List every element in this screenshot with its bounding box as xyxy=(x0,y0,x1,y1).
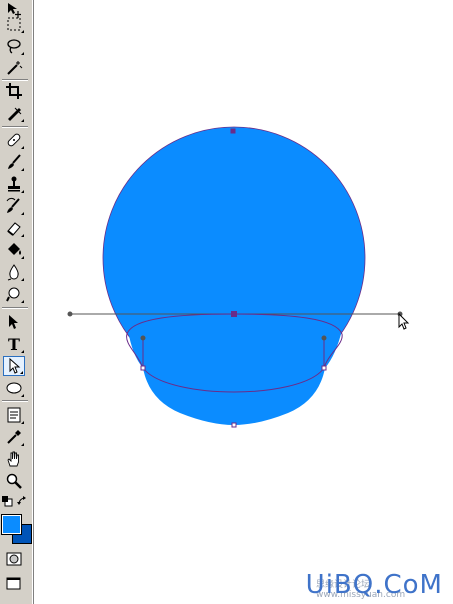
bottom-anchor-point[interactable] xyxy=(231,422,237,428)
svg-text:T: T xyxy=(8,335,20,353)
left-anchor-point[interactable] xyxy=(140,365,146,371)
right-handle-point[interactable] xyxy=(321,335,327,341)
crop-icon xyxy=(6,83,22,99)
screen-mode-button[interactable] xyxy=(3,573,25,593)
history-brush-tool[interactable] xyxy=(3,196,25,216)
marquee-tool[interactable] xyxy=(3,14,25,34)
crop-tool[interactable] xyxy=(3,81,25,101)
dodge-tool[interactable] xyxy=(3,284,25,304)
selected-anchor-point[interactable] xyxy=(231,311,237,317)
top-anchor-point[interactable] xyxy=(230,128,236,134)
default-colors-button[interactable] xyxy=(1,495,13,507)
clone-stamp-tool[interactable] xyxy=(3,174,25,194)
mouse-cursor-icon xyxy=(398,312,410,330)
zoom-icon xyxy=(6,473,22,489)
watermark-logo: UiBQ.CoM xyxy=(305,570,443,600)
eyedropper-tool[interactable] xyxy=(3,427,25,447)
paint-bucket-tool[interactable] xyxy=(3,240,25,260)
hand-icon xyxy=(7,451,19,467)
magic-wand-icon xyxy=(7,61,23,75)
path-selection-tool[interactable] xyxy=(3,312,25,332)
notes-tool[interactable] xyxy=(3,405,25,425)
canvas-drawing[interactable] xyxy=(34,0,453,604)
brush-tool[interactable] xyxy=(3,152,25,172)
healing-brush-tool[interactable] xyxy=(3,130,25,150)
direct-selection-tool[interactable] xyxy=(3,356,25,376)
right-anchor-point[interactable] xyxy=(321,365,327,371)
swap-colors-button[interactable] xyxy=(16,495,30,509)
default-colors-icon xyxy=(2,496,13,507)
foreground-color-swatch[interactable] xyxy=(1,514,22,535)
hand-tool[interactable] xyxy=(3,449,25,469)
blue-bulb-shape[interactable] xyxy=(102,126,366,425)
blur-tool[interactable] xyxy=(3,262,25,282)
path-select-icon xyxy=(9,315,18,329)
swap-arrows-icon xyxy=(17,496,26,505)
zoom-tool[interactable] xyxy=(3,471,25,491)
quick-mask-button[interactable] xyxy=(3,549,25,569)
eraser-tool[interactable] xyxy=(3,218,25,238)
slice-tool[interactable] xyxy=(3,103,25,123)
bulb-base xyxy=(128,330,342,425)
document-canvas[interactable]: 思缘设计论坛 www.missyuan.com UiBQ.CoM xyxy=(34,0,453,604)
type-tool[interactable]: T xyxy=(3,334,25,354)
lasso-tool[interactable] xyxy=(3,36,25,56)
left-direction-point[interactable] xyxy=(67,311,73,317)
quick-mask-icon xyxy=(6,552,22,566)
ellipse-tool[interactable] xyxy=(3,378,25,398)
tools-panel: T xyxy=(0,0,34,604)
left-handle-point[interactable] xyxy=(140,335,146,341)
magic-wand-tool[interactable] xyxy=(3,58,25,78)
screen-mode-icon xyxy=(6,577,21,590)
